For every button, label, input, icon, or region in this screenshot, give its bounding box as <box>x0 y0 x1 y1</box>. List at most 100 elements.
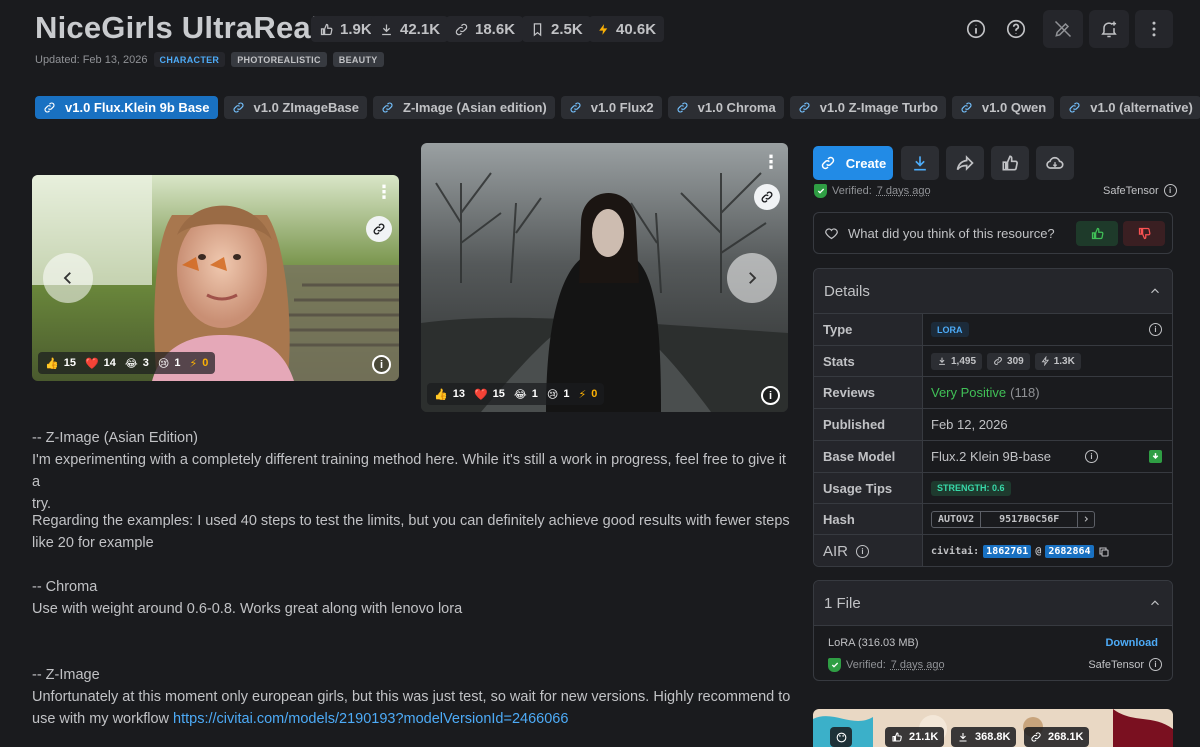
thumb-up-icon <box>1090 226 1105 241</box>
reviews-rating[interactable]: Very Positive <box>931 385 1006 400</box>
files-panel: 1 File LoRA (316.03 MB) Download Verifie… <box>813 580 1173 681</box>
dots-vertical-icon <box>1144 19 1164 39</box>
link-icon <box>381 101 394 114</box>
remix-button[interactable] <box>754 184 780 210</box>
bolt-icon <box>597 22 610 37</box>
thumb-down-icon <box>1137 226 1152 241</box>
version-tab[interactable]: Z-Image (Asian edition) <box>373 96 555 119</box>
info-icon[interactable]: i <box>1149 323 1162 336</box>
detail-row-type: Type LORA i <box>814 313 1172 345</box>
notify-button[interactable] <box>1089 10 1129 48</box>
link-icon <box>1068 101 1081 114</box>
image-menu-icon[interactable]: ⋮ <box>375 183 393 201</box>
reaction-laugh[interactable]: 😂 1 <box>514 388 538 401</box>
info-icon <box>965 18 987 40</box>
share-button[interactable] <box>946 146 984 180</box>
version-tab[interactable]: v1.0 Z-Image Turbo <box>790 96 946 119</box>
reaction-heart[interactable]: ❤️ 15 <box>474 388 505 401</box>
version-tab[interactable]: v1.0 ZImageBase <box>224 96 368 119</box>
version-tab[interactable]: v1.0 (alternative) <box>1060 96 1200 119</box>
palette-icon <box>830 727 852 747</box>
files-header[interactable]: 1 File <box>814 581 1172 625</box>
download-badge-icon[interactable] <box>1149 450 1162 463</box>
image-info-icon[interactable]: i <box>761 386 780 405</box>
thumbs-down-button[interactable] <box>1123 221 1165 246</box>
info-icon[interactable]: i <box>1085 450 1098 463</box>
share-icon <box>955 153 975 173</box>
reaction-laugh[interactable]: 😂 3 <box>125 357 149 370</box>
likes-count: 1.9K <box>340 21 372 38</box>
info-icon[interactable]: i <box>1149 658 1162 671</box>
tag-photorealistic[interactable]: PHOTOREALISTIC <box>231 52 327 67</box>
link-icon <box>798 101 811 114</box>
details-header[interactable]: Details <box>814 269 1172 313</box>
stat-downloads: 1,495 <box>931 353 982 370</box>
help-button[interactable] <box>997 10 1035 48</box>
reaction-cry[interactable]: 😢 1 <box>158 357 181 370</box>
page-title: NiceGirls UltraReal <box>35 10 320 46</box>
downloads-stat: 42.1K <box>371 16 448 42</box>
related-model-card[interactable]: 21.1K 368.8K 268.1K <box>813 709 1173 747</box>
detail-row-stats: Stats 1,495 309 1.3K <box>814 345 1172 376</box>
more-menu-button[interactable] <box>1135 10 1173 48</box>
cloud-save-button[interactable] <box>1036 146 1074 180</box>
reaction-heart[interactable]: ❤️ 14 <box>85 357 116 370</box>
download-icon <box>957 731 969 743</box>
reaction-bolt[interactable]: ⚡ 0 <box>189 357 208 370</box>
links-stat: 18.6K <box>446 16 523 42</box>
version-tab[interactable]: v1.0 Flux.Klein 9b Base <box>35 96 218 119</box>
tag-character[interactable]: CHARACTER <box>154 52 226 67</box>
buzz-count: 40.6K <box>616 21 656 38</box>
bell-plus-icon <box>1099 19 1119 39</box>
related-likes: 21.1K <box>885 727 944 747</box>
shield-check-icon <box>814 184 827 198</box>
cloud-icon <box>1044 153 1066 173</box>
copy-icon[interactable] <box>1098 546 1110 558</box>
detail-row-published: Published Feb 12, 2026 <box>814 408 1172 440</box>
version-tab[interactable]: v1.0 Flux2 <box>561 96 662 119</box>
chevron-right-icon[interactable] <box>1077 512 1094 527</box>
air-identifier[interactable]: civitai: 1862761 @ 2682864 <box>931 545 1110 558</box>
gallery-next-button[interactable] <box>727 253 777 303</box>
workflow-link[interactable]: https://civitai.com/models/2190193?model… <box>173 711 568 727</box>
chevron-right-icon <box>743 269 761 287</box>
create-button[interactable]: Create <box>813 146 893 180</box>
description-paragraph: -- Z-Image Unfortunately at this moment … <box>32 664 792 730</box>
info-icon[interactable]: i <box>1164 184 1177 197</box>
hash-box[interactable]: AUTOV2 9517B0C56F <box>931 511 1095 528</box>
tag-beauty[interactable]: BEAUTY <box>333 52 384 67</box>
meta-line: Updated: Feb 13, 2026 CHARACTER PHOTOREA… <box>35 52 384 67</box>
detail-row-reviews: Reviews Very Positive (118) <box>814 376 1172 408</box>
hash-value[interactable]: 9517B0C56F <box>981 512 1077 527</box>
remix-button[interactable] <box>366 216 392 242</box>
file-format: SafeTensor i <box>1088 658 1162 671</box>
download-button[interactable] <box>901 146 939 180</box>
image-menu-icon[interactable]: ⋮ <box>762 153 780 171</box>
version-tab[interactable]: v1.0 Chroma <box>668 96 784 119</box>
like-button[interactable] <box>991 146 1029 180</box>
reaction-bolt[interactable]: ⚡ 0 <box>578 388 597 401</box>
reaction-cry[interactable]: 😢 1 <box>547 388 570 401</box>
related-downloads: 368.8K <box>951 727 1016 747</box>
thumbs-up-button[interactable] <box>1076 221 1118 246</box>
buzz-stat: 40.6K <box>589 16 664 42</box>
version-tab[interactable]: v1.0 Qwen <box>952 96 1054 119</box>
file-download-link[interactable]: Download <box>1105 637 1158 649</box>
downloads-count: 42.1K <box>400 21 440 38</box>
reaction-like[interactable]: 👍 13 <box>434 388 465 401</box>
gallery-image-2[interactable]: ⋮ 👍 13 ❤️ 15 😂 1 😢 1 ⚡ 0 i <box>421 143 788 412</box>
chevron-left-icon <box>59 269 77 287</box>
details-panel: Details Type LORA i Stats 1,495 309 1.3K… <box>813 268 1173 567</box>
hide-button[interactable] <box>1043 10 1083 48</box>
info-icon[interactable]: i <box>856 545 869 558</box>
info-button[interactable] <box>957 10 995 48</box>
stat-links: 309 <box>987 353 1030 370</box>
hash-type[interactable]: AUTOV2 <box>932 512 981 527</box>
bolt-icon <box>1041 356 1050 366</box>
link-icon <box>372 222 386 236</box>
image-info-icon[interactable]: i <box>372 355 391 374</box>
gallery-prev-button[interactable] <box>43 253 93 303</box>
gallery-image-1[interactable]: ⋮ 👍 15 ❤️ 14 😂 3 😢 1 ⚡ 0 i <box>32 175 399 381</box>
bookmarks-stat: 2.5K <box>522 16 591 42</box>
reaction-like[interactable]: 👍 15 <box>45 357 76 370</box>
